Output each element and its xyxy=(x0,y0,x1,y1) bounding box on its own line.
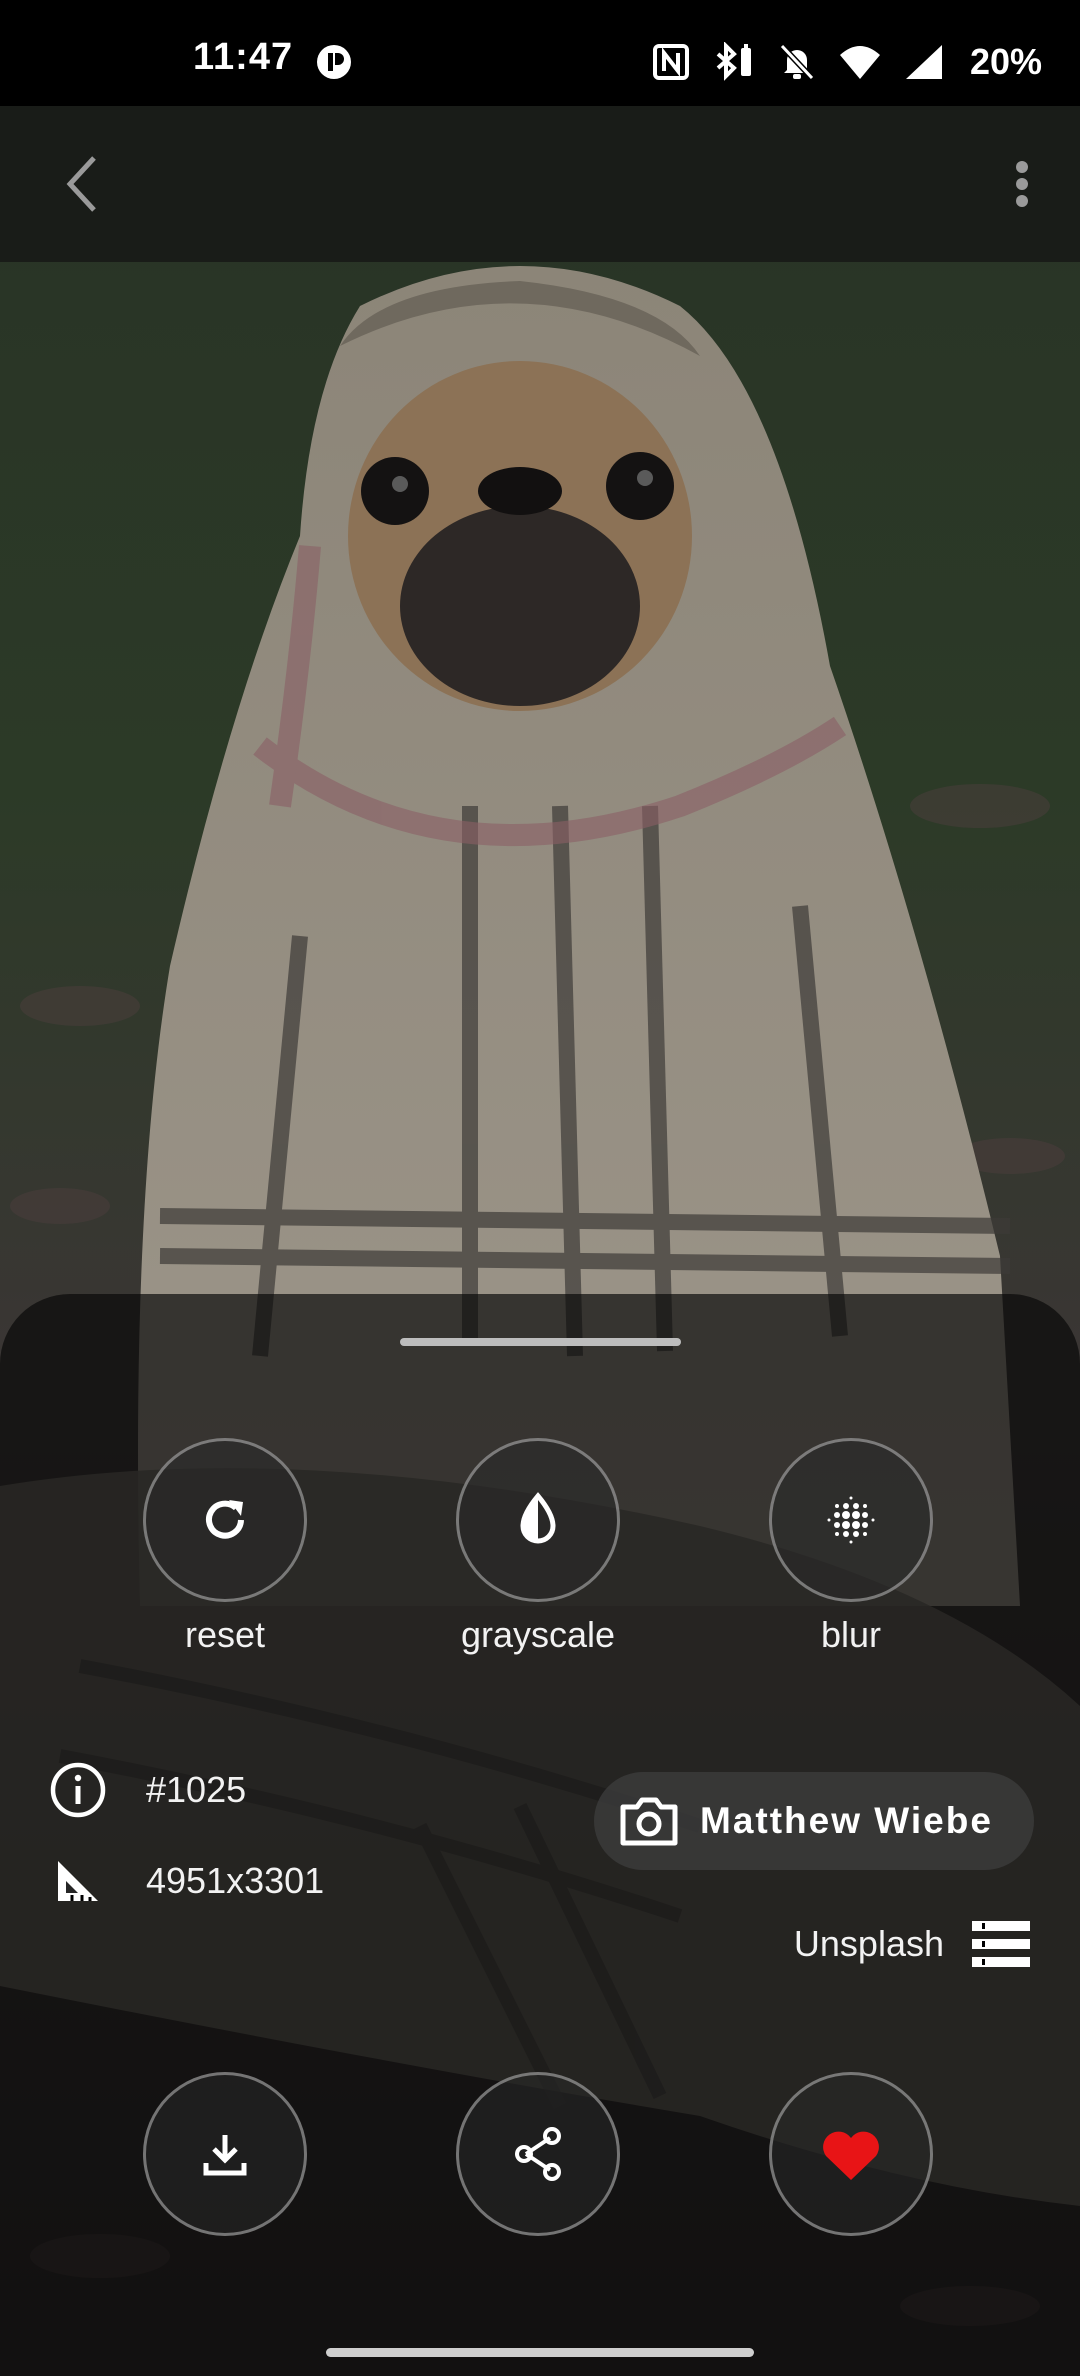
gesture-nav-bar[interactable] xyxy=(326,2348,754,2357)
contrast-drop-icon xyxy=(520,1492,556,1544)
info-icon xyxy=(48,1760,108,1820)
blur-label: blur xyxy=(820,1614,882,1655)
camera-icon xyxy=(618,1790,680,1852)
photo-dimensions-row: 4951x3301 xyxy=(48,1851,324,1911)
download-button[interactable] xyxy=(143,2072,307,2236)
refresh-icon xyxy=(206,1500,244,1539)
author-chip[interactable]: Matthew Wiebe xyxy=(594,1772,1034,1870)
list-icon xyxy=(972,1921,1030,1967)
nfc-icon xyxy=(652,44,689,80)
app-notification-icon xyxy=(317,45,351,79)
chevron-left-icon xyxy=(66,156,96,212)
blur-button[interactable] xyxy=(769,1438,933,1602)
author-name: Matthew Wiebe xyxy=(700,1800,993,1841)
grayscale-label: grayscale xyxy=(460,1614,616,1655)
share-button[interactable] xyxy=(456,2072,620,2236)
photo-detail-screen: 11:47 20% reset grayscale blur #1025 495… xyxy=(0,0,1080,2376)
photo-dimensions: 4951x3301 xyxy=(146,1860,325,1901)
blur-icon xyxy=(827,1496,875,1544)
sheet-drag-handle[interactable] xyxy=(400,1338,681,1346)
details-bottom-sheet: reset grayscale blur #1025 4951x3301 Mat… xyxy=(0,1294,1080,2376)
source-link[interactable]: Unsplash xyxy=(794,1914,1030,1974)
grayscale-button[interactable] xyxy=(456,1438,620,1602)
photo-id-row: #1025 xyxy=(48,1760,246,1820)
wifi-icon xyxy=(839,46,880,79)
back-button[interactable] xyxy=(42,144,122,224)
ruler-square-icon xyxy=(48,1851,108,1911)
top-app-bar xyxy=(0,106,1080,262)
photo-id: #1025 xyxy=(146,1769,247,1810)
more-options-button[interactable] xyxy=(992,144,1052,224)
download-icon xyxy=(203,2135,247,2176)
status-bar: 11:47 20% xyxy=(0,0,1080,106)
status-time: 11:47 xyxy=(193,36,294,78)
reset-button[interactable] xyxy=(143,1438,307,1602)
share-icon xyxy=(515,2127,561,2181)
battery-percent: 20% xyxy=(969,41,1042,82)
reset-label: reset xyxy=(184,1614,266,1655)
source-label: Unsplash xyxy=(793,1923,944,1964)
favorite-button[interactable] xyxy=(769,2072,933,2236)
heart-icon xyxy=(823,2131,879,2180)
mute-bell-icon xyxy=(779,43,815,81)
signal-icon xyxy=(905,45,942,79)
status-icons: 20% xyxy=(652,38,1042,86)
more-vert-icon xyxy=(1016,161,1028,207)
bluetooth-icon xyxy=(716,42,751,81)
